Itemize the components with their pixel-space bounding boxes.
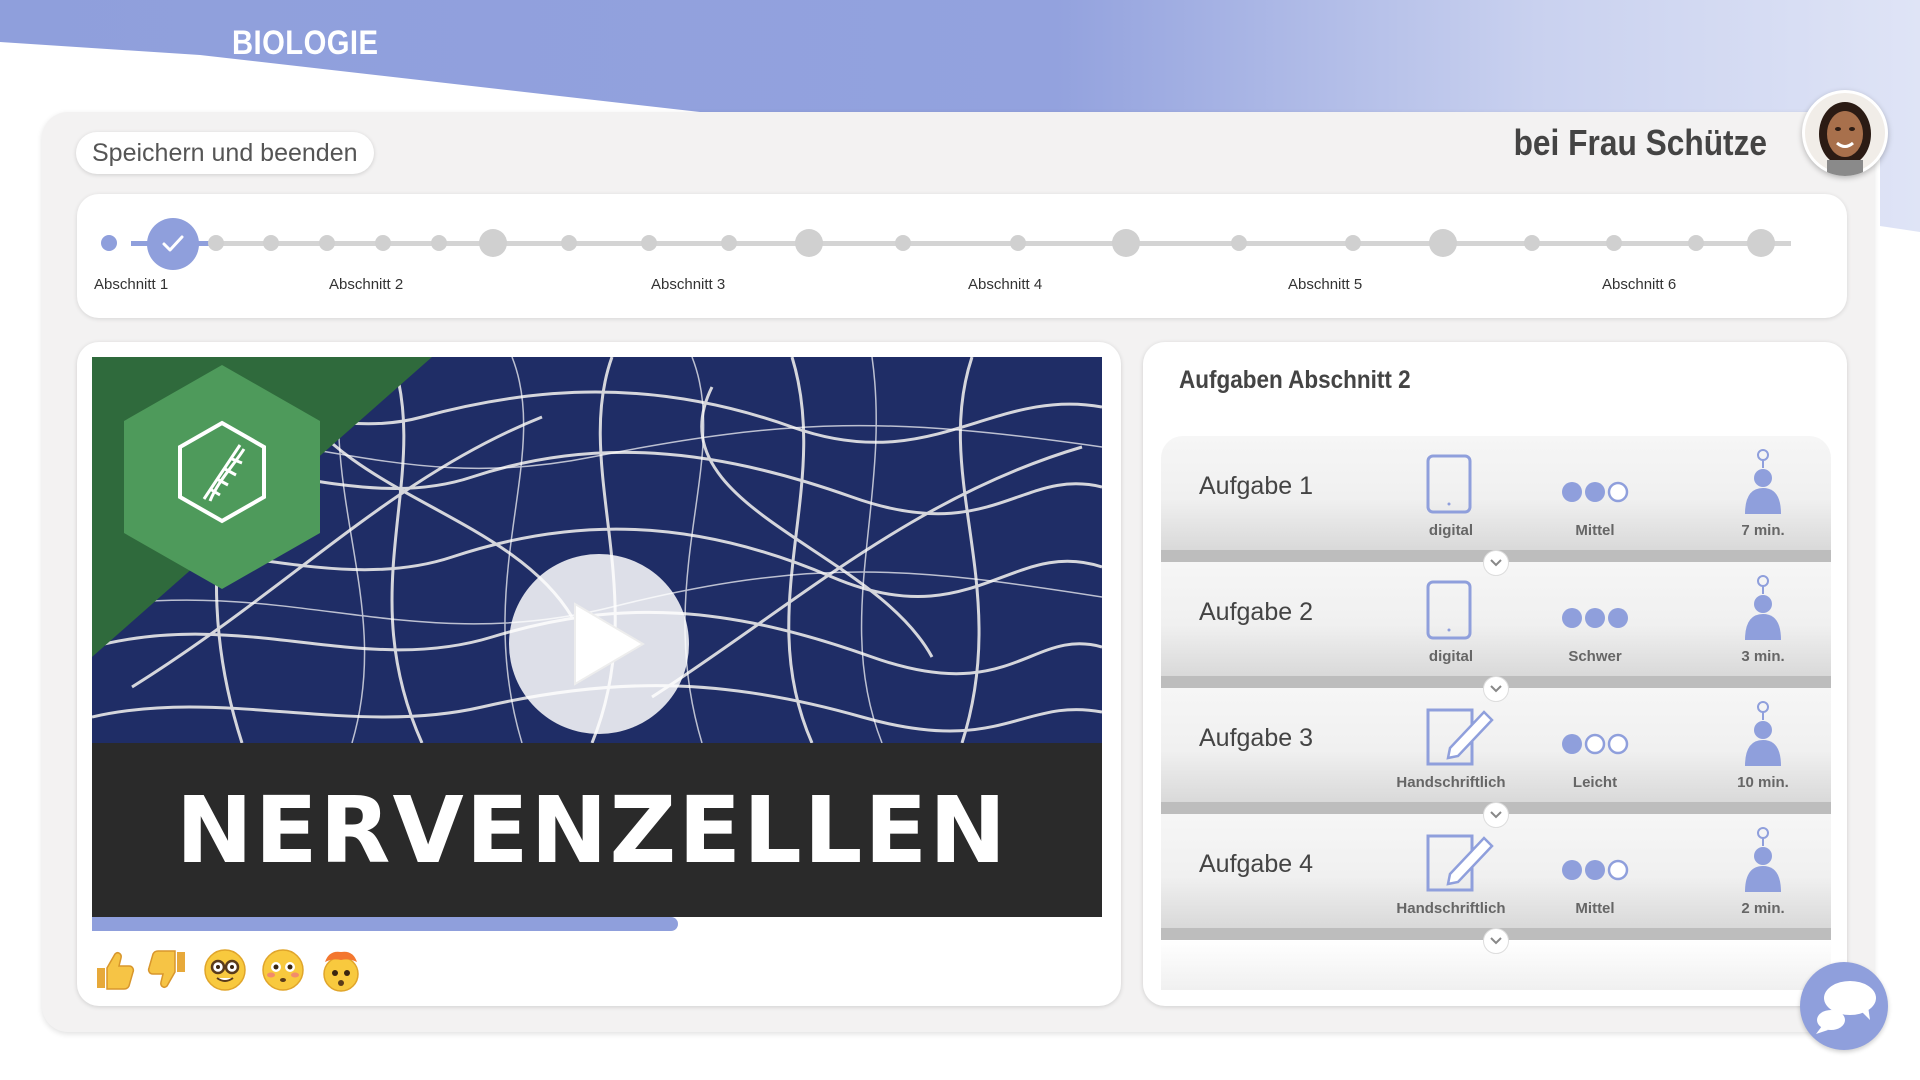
task-mode-label: Handschriftlich bbox=[1396, 900, 1506, 917]
subject-title: BIOLOGIE bbox=[232, 24, 379, 62]
tasks-heading: Aufgaben Abschnitt 2 bbox=[1179, 366, 1411, 394]
play-icon bbox=[574, 602, 645, 686]
task-difficulty-label: Schwer bbox=[1568, 648, 1622, 665]
nerd-face-icon[interactable] bbox=[201, 946, 249, 994]
teacher-name: bei Frau Schütze bbox=[1513, 122, 1767, 163]
task-name: Aufgabe 1 bbox=[1199, 472, 1313, 500]
progress-step-dot[interactable] bbox=[431, 235, 447, 251]
task-mode-label: digital bbox=[1428, 648, 1474, 665]
person-timer-icon bbox=[1745, 575, 1781, 640]
task-list: Aufgabe 1 digital Mittel 7 min. Aufgabe … bbox=[1161, 436, 1831, 1006]
progress-step-dot[interactable] bbox=[208, 235, 224, 251]
task-mode-label: digital bbox=[1428, 522, 1474, 539]
task-difficulty-label: Mittel bbox=[1575, 900, 1615, 917]
progress-step-dot[interactable] bbox=[1606, 235, 1622, 251]
difficulty-dots-icon bbox=[1562, 481, 1629, 503]
task-mode-label: Handschriftlich bbox=[1396, 774, 1506, 791]
tablet-icon bbox=[1426, 580, 1472, 640]
task-name: Aufgabe 2 bbox=[1199, 598, 1313, 626]
chevron-down-icon[interactable] bbox=[1483, 928, 1509, 954]
thumbs-down-icon[interactable] bbox=[143, 946, 191, 994]
avatar[interactable] bbox=[1802, 90, 1888, 176]
progress-step-dot[interactable] bbox=[895, 235, 911, 251]
progress-current-step[interactable] bbox=[147, 218, 199, 270]
person-timer-icon bbox=[1745, 701, 1781, 766]
play-button[interactable] bbox=[509, 554, 689, 734]
progress-step-dot[interactable] bbox=[1231, 235, 1247, 251]
person-timer-icon bbox=[1745, 449, 1781, 514]
pencil-paper-icon bbox=[1426, 708, 1494, 766]
progress-step-dot[interactable] bbox=[561, 235, 577, 251]
save-and-exit-button[interactable]: Speichern und beenden bbox=[76, 132, 374, 174]
person-timer-icon bbox=[1745, 827, 1781, 892]
chat-button[interactable] bbox=[1800, 962, 1888, 1050]
video-player[interactable]: NERVENZELLEN bbox=[92, 357, 1102, 931]
progress-section-dot[interactable] bbox=[1429, 229, 1457, 257]
video-card: NERVENZELLEN bbox=[77, 342, 1121, 1006]
task-duration-label: 3 min. bbox=[1741, 648, 1785, 665]
video-title-bar: NERVENZELLEN bbox=[92, 743, 1102, 917]
chevron-down-icon[interactable] bbox=[1483, 802, 1509, 828]
progress-step-dot[interactable] bbox=[1010, 235, 1026, 251]
difficulty-dots-icon bbox=[1562, 733, 1629, 755]
video-progress-bar[interactable] bbox=[92, 917, 678, 931]
progress-step-dot[interactable] bbox=[1524, 235, 1540, 251]
progress-step-dot[interactable] bbox=[375, 235, 391, 251]
section-label-4[interactable]: Abschnitt 4 bbox=[968, 276, 1042, 293]
section-label-5[interactable]: Abschnitt 5 bbox=[1288, 276, 1362, 293]
progress-section-dot[interactable] bbox=[479, 229, 507, 257]
task-duration-label: 7 min. bbox=[1741, 522, 1785, 539]
progress-step-dot[interactable] bbox=[319, 235, 335, 251]
video-title: NERVENZELLEN bbox=[175, 776, 1009, 884]
pencil-paper-icon bbox=[1426, 834, 1494, 892]
thumbs-up-icon[interactable] bbox=[91, 946, 139, 994]
progress-step-dot[interactable] bbox=[1688, 235, 1704, 251]
checkmark-icon bbox=[162, 235, 184, 252]
tablet-icon bbox=[1426, 454, 1472, 514]
difficulty-dots-icon bbox=[1562, 608, 1628, 628]
flushed-face-icon[interactable] bbox=[259, 946, 307, 994]
progress-step-dot[interactable] bbox=[101, 235, 117, 251]
task-row-1[interactable]: Aufgabe 1 digital Mittel 7 min. bbox=[1161, 436, 1831, 550]
progress-step-dot[interactable] bbox=[263, 235, 279, 251]
progress-section-dot[interactable] bbox=[795, 229, 823, 257]
tasks-card: Aufgaben Abschnitt 2 Aufgabe 1 digital M… bbox=[1143, 342, 1847, 1006]
progress-section-dot[interactable] bbox=[1747, 229, 1775, 257]
section-label-3[interactable]: Abschnitt 3 bbox=[651, 276, 725, 293]
section-label-1[interactable]: Abschnitt 1 bbox=[94, 276, 168, 293]
task-difficulty-label: Mittel bbox=[1575, 522, 1615, 539]
chevron-down-icon[interactable] bbox=[1483, 550, 1509, 576]
section-label-6[interactable]: Abschnitt 6 bbox=[1602, 276, 1676, 293]
section-progress: Abschnitt 1 Abschnitt 2 Abschnitt 3 Absc… bbox=[77, 194, 1847, 318]
task-name: Aufgabe 4 bbox=[1199, 850, 1313, 878]
task-duration-label: 10 min. bbox=[1737, 774, 1789, 791]
section-label-2[interactable]: Abschnitt 2 bbox=[329, 276, 403, 293]
task-row-4[interactable]: Aufgabe 4 Handschriftlich Mittel 2 min. bbox=[1161, 814, 1831, 928]
chat-bubbles-icon bbox=[1816, 981, 1876, 1034]
difficulty-dots-icon bbox=[1562, 859, 1629, 881]
exploding-head-icon[interactable] bbox=[317, 946, 365, 994]
progress-step-dot[interactable] bbox=[721, 235, 737, 251]
task-row-3[interactable]: Aufgabe 3 Handschriftlich Leicht 10 min. bbox=[1161, 688, 1831, 802]
task-difficulty-label: Leicht bbox=[1572, 774, 1618, 791]
chevron-down-icon[interactable] bbox=[1483, 676, 1509, 702]
progress-step-dot[interactable] bbox=[1345, 235, 1361, 251]
progress-step-dot[interactable] bbox=[641, 235, 657, 251]
task-row-2[interactable]: Aufgabe 2 digital Schwer 3 min. bbox=[1161, 562, 1831, 676]
teacher-portrait-icon bbox=[1805, 93, 1885, 176]
task-duration-label: 2 min. bbox=[1741, 900, 1785, 917]
progress-section-dot[interactable] bbox=[1112, 229, 1140, 257]
task-name: Aufgabe 3 bbox=[1199, 724, 1313, 752]
